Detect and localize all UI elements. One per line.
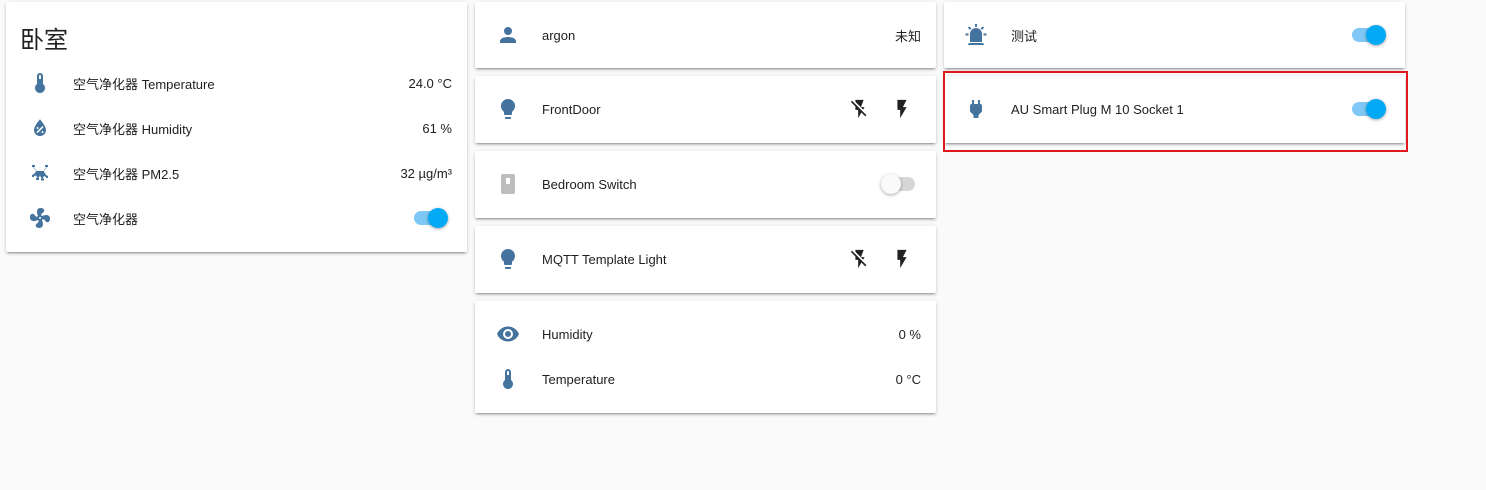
entity-label: AU Smart Plug M 10 Socket 1 [1011, 101, 1184, 117]
bedroom-switch-card[interactable]: Bedroom Switch [475, 151, 936, 218]
alarm-light-icon [964, 23, 988, 47]
entity-row-humidity[interactable]: 空气净化器 Humidity 61 % [6, 108, 467, 148]
entity-row-purifier[interactable]: 空气净化器 [6, 198, 467, 238]
entity-label: Humidity [542, 326, 593, 342]
air-particles-icon [28, 161, 52, 185]
entity-row-frontdoor[interactable]: FrontDoor [475, 89, 936, 129]
entity-row-mqtt-light[interactable]: MQTT Template Light [475, 239, 936, 279]
bedroom-card: 卧室 空气净化器 Temperature 24.0 °C 空气净化器 Humid… [6, 2, 467, 252]
flash-off-icon[interactable] [848, 247, 872, 271]
toggle-thumb [1366, 25, 1386, 45]
entity-value: 0 % [898, 326, 921, 342]
entity-row-temperature-sensor[interactable]: Temperature 0 °C [475, 359, 936, 399]
person-icon [496, 23, 520, 47]
plug-toggle[interactable] [1350, 99, 1386, 119]
entity-row-humidity-sensor[interactable]: Humidity 0 % [475, 314, 936, 354]
toggle-thumb [1366, 99, 1386, 119]
entity-row-pm25[interactable]: 空气净化器 PM2.5 32 µg/m³ [6, 153, 467, 193]
entity-value: 32 µg/m³ [400, 165, 452, 181]
entity-row-argon[interactable]: argon 未知 [475, 15, 936, 55]
power-plug-icon [964, 97, 988, 121]
entity-value: 0 °C [895, 371, 921, 387]
flash-off-icon[interactable] [848, 97, 872, 121]
sensors-card: Humidity 0 % Temperature 0 °C [475, 301, 936, 413]
test-toggle[interactable] [1350, 25, 1386, 45]
frontdoor-card[interactable]: FrontDoor [475, 76, 936, 143]
flash-icon[interactable] [890, 97, 914, 121]
entity-label: Temperature [542, 371, 615, 387]
purifier-toggle[interactable] [412, 208, 448, 228]
entity-row-bedroom-switch[interactable]: Bedroom Switch [475, 164, 936, 204]
entity-label: 测试 [1011, 28, 1038, 44]
argon-card[interactable]: argon 未知 [475, 2, 936, 68]
entity-label: 空气净化器 Humidity [73, 121, 193, 137]
entity-label: Bedroom Switch [542, 176, 637, 192]
flash-icon[interactable] [890, 247, 914, 271]
entity-value: 61 % [422, 120, 452, 136]
entity-value: 未知 [894, 28, 921, 44]
bedroom-switch-toggle[interactable] [881, 174, 917, 194]
thermometer-icon [28, 71, 52, 95]
lightbulb-icon [496, 247, 520, 271]
toggle-thumb [881, 174, 901, 194]
entity-row-temperature[interactable]: 空气净化器 Temperature 24.0 °C [6, 63, 467, 103]
water-percent-icon [28, 116, 52, 140]
eye-icon [496, 322, 520, 346]
entity-label: MQTT Template Light [542, 251, 667, 267]
entity-row-plug[interactable]: AU Smart Plug M 10 Socket 1 [944, 89, 1405, 129]
entity-label: 空气净化器 PM2.5 [73, 166, 180, 182]
entity-label: argon [542, 27, 576, 43]
entity-label: 空气净化器 Temperature [73, 76, 215, 92]
card-title: 卧室 [20, 26, 68, 54]
lightbulb-icon [496, 97, 520, 121]
switch-icon [496, 172, 520, 196]
test-card[interactable]: 测试 [944, 2, 1405, 68]
entity-value: 24.0 °C [408, 75, 452, 91]
mqtt-light-card[interactable]: MQTT Template Light [475, 226, 936, 293]
fan-icon [28, 206, 52, 230]
toggle-thumb [428, 208, 448, 228]
entity-label: FrontDoor [542, 101, 601, 117]
thermometer-icon [496, 367, 520, 391]
plug-card[interactable]: AU Smart Plug M 10 Socket 1 [944, 76, 1405, 143]
entity-row-test[interactable]: 测试 [944, 15, 1405, 55]
entity-label: 空气净化器 [73, 211, 139, 227]
